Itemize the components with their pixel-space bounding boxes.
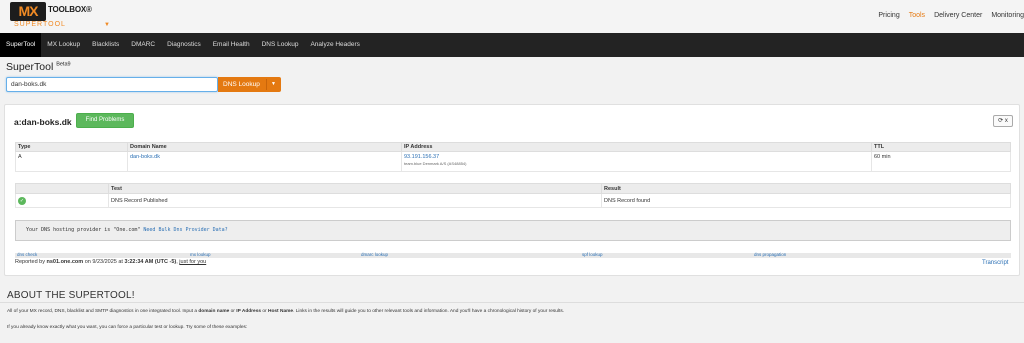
top-nav-tools[interactable]: Tools [909,12,925,19]
cell-domain: dan-boks.dk [127,151,402,172]
just-for-you-link[interactable]: just for you [179,259,206,265]
col-ttl: TTL [871,142,1011,152]
top-nav-delivery-center[interactable]: Delivery Center [934,12,982,19]
cell-status: ✓ [15,193,109,208]
top-nav-monitoring[interactable]: Monitoring [991,12,1024,19]
col-ip-address: IP Address [401,142,872,152]
reported-by: Reported by ns01.one.com on 9/23/2025 at… [15,259,207,265]
domain-link[interactable]: dan-boks.dk [130,154,160,160]
reporting-server: ns01.one.com [46,259,84,265]
beta-badge: Beta9 [56,61,71,68]
check-icon: ✓ [18,196,26,205]
chevron-down-icon[interactable]: ▼ [271,77,276,92]
result-panel: a:dan-boks.dk Find Problems ⟳ x Type Dom… [4,104,1020,276]
nav-analyze-headers[interactable]: Analyze Headers [304,33,366,57]
page-title: SuperTool Beta9 [6,61,71,73]
find-problems-button[interactable]: Find Problems [76,113,134,128]
dns-lookup-label: DNS Lookup [223,81,260,88]
col-status [15,183,109,194]
bulk-provider-link[interactable]: Need Bulk Dns Provider Data? [143,227,227,233]
nav-email-health[interactable]: Email Health [207,33,256,57]
report-time: 3:22:34 AM (UTC -5) [124,259,177,265]
button-divider [266,79,267,90]
top-nav: Pricing Tools Delivery Center Monitoring [869,12,1024,19]
ip-link[interactable]: 93.191.156.37 [404,154,439,160]
chevron-down-icon[interactable]: ▼ [104,22,110,28]
tool-spf-lookup[interactable]: spf lookup [582,252,603,257]
table-row: A dan-boks.dk 93.191.156.37 team.blue Den… [15,151,1011,172]
col-result: Result [601,183,1011,194]
search-input[interactable]: dan-boks.dk [6,77,218,92]
tool-dmarc-lookup[interactable]: dmarc lookup [361,252,388,257]
about-paragraph: All of your MX record, DNS, blacklist an… [7,309,565,314]
top-nav-pricing[interactable]: Pricing [878,12,899,19]
about-title: ABOUT THE SUPERTOOL! [7,290,135,301]
refresh-icon[interactable]: ⟳ x [993,115,1013,127]
tool-mx-lookup[interactable]: mx lookup [190,252,211,257]
dns-record-table: Type Domain Name IP Address TTL A dan-bo… [15,142,1011,172]
divider [0,302,1024,303]
tool-dns-check[interactable]: dns check [17,252,37,257]
cell-ip: 93.191.156.37 team.blue Denmark A/S (AS48… [401,151,872,172]
nav-blacklists[interactable]: Blacklists [86,33,125,57]
logo-mx-mark: MX [10,2,46,21]
nav-mx-lookup[interactable]: MX Lookup [41,33,86,57]
logo-toolbox-text: TOOLBOX® [48,5,92,14]
table-row: ✓ DNS Record Published DNS Record found [15,193,1011,208]
logo-supertool-text: SUPERTOOL [14,21,66,28]
tool-dns-propagation[interactable]: dns propagation [754,252,786,257]
related-tools: dns check mx lookup dmarc lookup spf loo… [15,252,1011,258]
cell-test: DNS Record Published [108,193,602,208]
cell-result: DNS Record found [601,193,1011,208]
transcript-link[interactable]: Transcript [982,260,1008,266]
nav-diagnostics[interactable]: Diagnostics [161,33,207,57]
col-test: Test [108,183,602,194]
cell-type: A [15,151,128,172]
cell-ttl: 60 min [871,151,1011,172]
provider-text: Your DNS hosting provider is "One.com" [26,227,141,233]
about-examples-intro: If you already know exactly what you wan… [7,325,248,330]
ip-asn: team.blue Denmark A/S (AS48854) [404,161,467,166]
col-type: Type [15,142,128,152]
test-table: Test Result ✓ DNS Record Published DNS R… [15,183,1011,208]
mxtoolbox-logo[interactable]: MX TOOLBOX® SUPERTOOL ▼ [8,2,110,30]
main-nav: SuperTool MX Lookup Blacklists DMARC Dia… [0,33,1024,57]
dns-lookup-button[interactable]: DNS Lookup ▼ [218,77,281,92]
nav-dns-lookup[interactable]: DNS Lookup [256,33,305,57]
result-title: a:dan-boks.dk [14,117,72,127]
top-bar: MX TOOLBOX® SUPERTOOL ▼ Pricing Tools De… [0,0,1024,33]
nav-dmarc[interactable]: DMARC [125,33,161,57]
dns-provider-box: Your DNS hosting provider is "One.com" N… [15,220,1011,241]
col-domain-name: Domain Name [127,142,402,152]
nav-supertool[interactable]: SuperTool [0,33,42,57]
